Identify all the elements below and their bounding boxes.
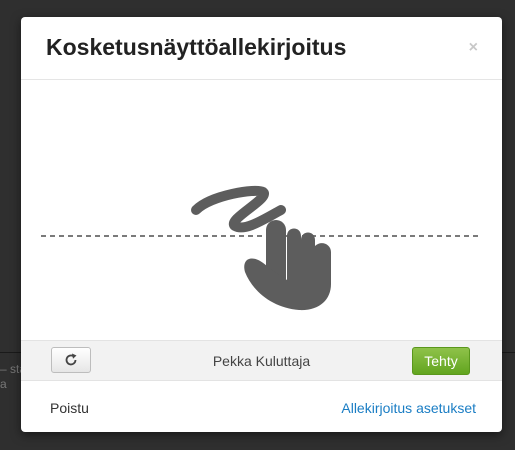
modal-footer: Poistu Allekirjoitus asetukset [21, 381, 502, 432]
signature-settings-link[interactable]: Allekirjoitus asetukset [341, 400, 476, 416]
signature-illustration [41, 185, 479, 311]
done-button[interactable]: Tehty [412, 347, 470, 375]
hand-pointer-icon [244, 220, 331, 311]
signature-canvas[interactable] [21, 80, 502, 340]
exit-link[interactable]: Poistu [50, 400, 89, 416]
background-text-line-2: a [0, 377, 7, 391]
signature-modal: Kosketusnäyttöallekirjoitus × Pekka Kulu… [21, 17, 502, 432]
close-icon[interactable]: × [469, 38, 478, 58]
modal-header: Kosketusnäyttöallekirjoitus × [21, 17, 502, 80]
modal-title: Kosketusnäyttöallekirjoitus [46, 34, 347, 60]
signature-scribble [191, 185, 286, 233]
signature-toolbar: Pekka Kuluttaja Tehty [21, 340, 502, 381]
